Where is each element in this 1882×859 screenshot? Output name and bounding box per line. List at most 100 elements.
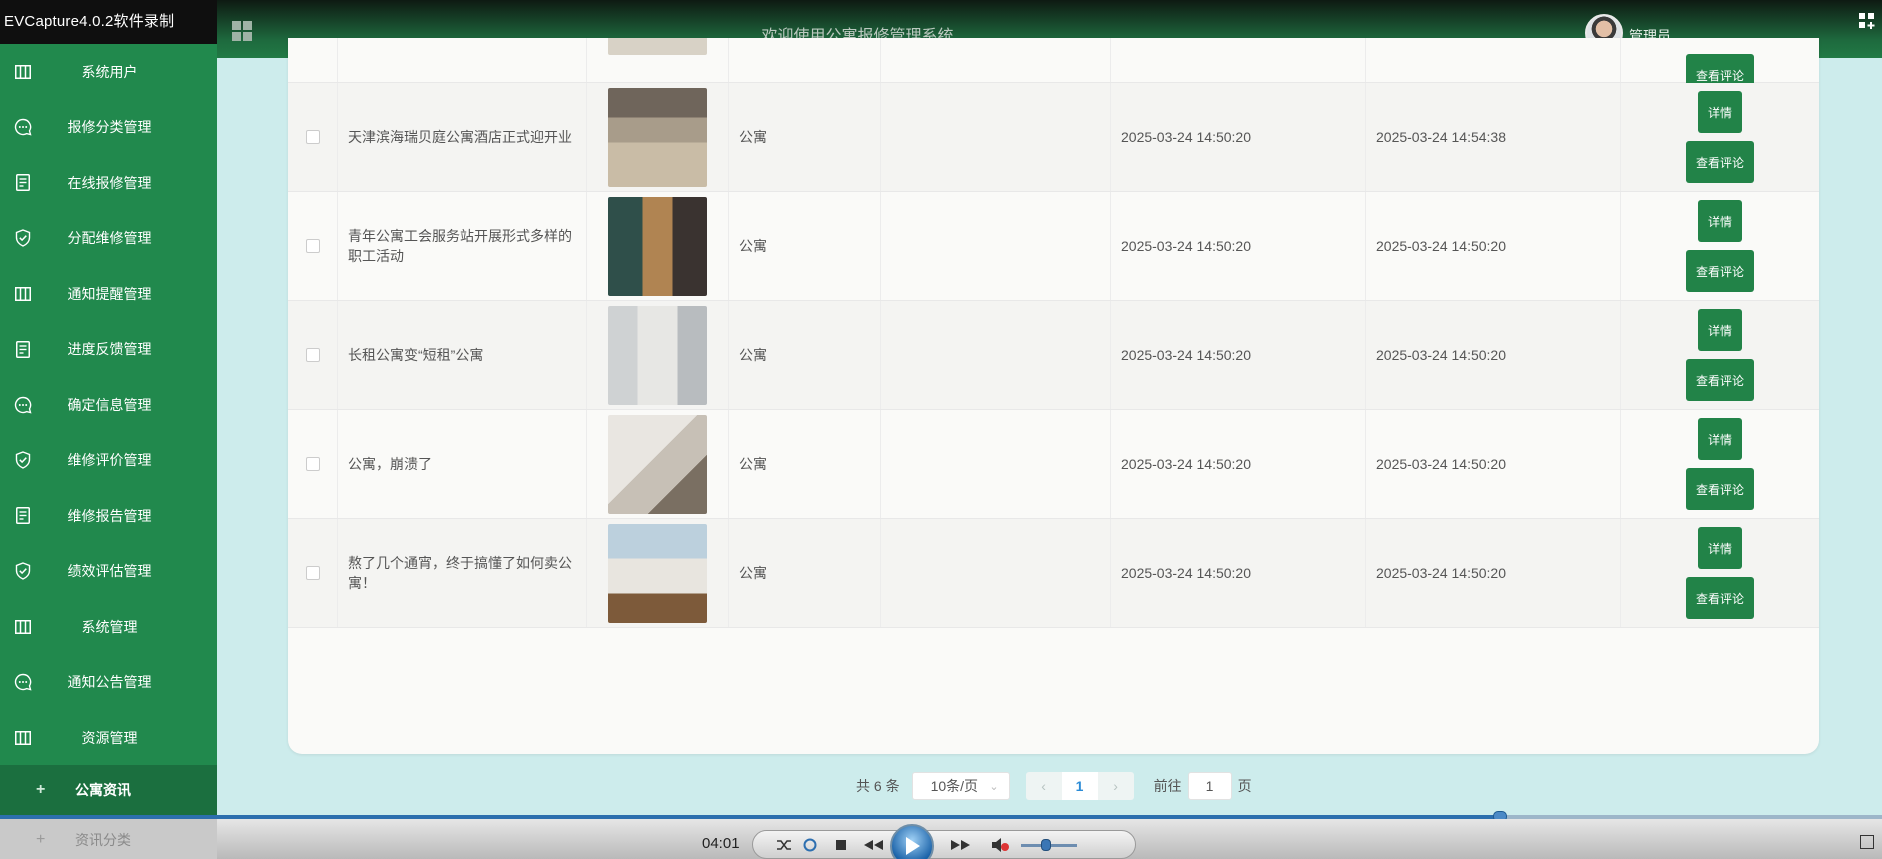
chat-icon	[13, 395, 33, 415]
sidebar-item-8[interactable]: 维修评价管理	[0, 433, 217, 489]
row-thumbnail	[608, 196, 707, 296]
row-empty-cell	[881, 519, 1111, 627]
row-checkbox[interactable]	[305, 130, 320, 144]
shuffle-icon[interactable]	[775, 834, 793, 856]
row-actions: 详情 查看评论	[1621, 519, 1819, 627]
goto-suffix: 页	[1237, 778, 1252, 794]
row-image-cell	[587, 38, 729, 82]
fullscreen-icon[interactable]	[1860, 835, 1874, 849]
view-review-button[interactable]: 查看评论	[1686, 250, 1754, 292]
row-created-time: 2025-03-24 14:50:20	[1111, 301, 1366, 409]
detail-button[interactable]: 详情	[1698, 91, 1742, 133]
row-empty-cell	[881, 83, 1111, 191]
next-page-button[interactable]: ›	[1098, 772, 1134, 800]
row-empty-cell	[881, 410, 1111, 518]
document-icon	[13, 339, 33, 359]
row-checkbox-cell	[288, 410, 338, 518]
table-row: 公寓，崩溃了 公寓 2025-03-24 14:50:20 2025-03-24 14…	[288, 410, 1819, 519]
sidebar-item-10[interactable]: 绩效评估管理	[0, 544, 217, 600]
view-review-button[interactable]: 查看评论	[1686, 359, 1754, 401]
shield-check-icon	[13, 228, 33, 248]
row-checkbox[interactable]	[305, 457, 320, 471]
row-empty-cell	[881, 38, 1111, 82]
view-review-button[interactable]: 查看评论	[1686, 577, 1754, 619]
detail-button[interactable]: 详情	[1698, 418, 1742, 460]
sidebar-item-2[interactable]: 报修分类管理	[0, 100, 217, 156]
sidebar-item-5[interactable]: 通知提醒管理	[0, 266, 217, 322]
row-created-time: 2025-03-24 14:50:20	[1111, 410, 1366, 518]
sidebar-item-11[interactable]: 系统管理	[0, 599, 217, 655]
row-checkbox-cell	[288, 301, 338, 409]
row-checkbox[interactable]	[305, 239, 320, 253]
row-created-time: 2025-03-24 14:50:20	[1111, 192, 1366, 300]
page-number-current[interactable]: 1	[1061, 772, 1098, 800]
row-category: 公寓	[729, 83, 881, 191]
row-category: 公寓	[729, 192, 881, 300]
rewind-icon[interactable]	[861, 834, 885, 856]
sidebar-item-12[interactable]: 通知公告管理	[0, 655, 217, 711]
mute-icon[interactable]	[989, 834, 1011, 856]
detail-button[interactable]: 详情	[1698, 527, 1742, 569]
detail-button[interactable]: 详情	[1698, 309, 1742, 351]
row-checkbox-cell	[288, 192, 338, 300]
row-empty-cell	[881, 192, 1111, 300]
chevron-down-icon: ⌄	[989, 780, 999, 793]
row-thumbnail	[608, 38, 707, 55]
row-actions: 详情 查看评论	[1621, 83, 1819, 191]
row-checkbox-cell	[288, 38, 338, 82]
prev-page-button[interactable]: ‹	[1026, 772, 1062, 800]
detail-button[interactable]: 详情	[1698, 200, 1742, 242]
sidebar-menu: 系统用户 报修分类管理 在线报修管理 分配维修管理 通知提醒管理 进度反馈管理 确定信息管理…	[0, 44, 217, 766]
row-actions: 详情 查看评论	[1621, 410, 1819, 518]
view-review-button[interactable]: 查看评论	[1686, 141, 1754, 183]
row-thumbnail	[608, 87, 707, 187]
row-checkbox[interactable]	[305, 348, 320, 362]
sidebar-subitem-apartment-news[interactable]: + 公寓资讯	[0, 764, 217, 815]
sidebar-item-13[interactable]: 资源管理	[0, 710, 217, 766]
sidebar: EVCapture4.0.2软件录制 系统用户 报修分类管理 在线报修管理 分配维修管…	[0, 0, 217, 859]
row-checkbox-cell	[288, 519, 338, 627]
view-review-button[interactable]: 查看评论	[1686, 468, 1754, 510]
row-category: 公寓	[729, 519, 881, 627]
row-title	[338, 38, 587, 82]
row-actions: 详情 查看评论	[1621, 192, 1819, 300]
grid-icon	[13, 284, 33, 304]
sidebar-item-9[interactable]: 维修报告管理	[0, 488, 217, 544]
page-size-select[interactable]: 10条/页 ⌄	[911, 772, 1010, 800]
row-created-time: 2025-03-24 14:50:20	[1111, 83, 1366, 191]
plus-icon: +	[36, 830, 46, 848]
shield-check-icon	[13, 561, 33, 581]
row-created-time: 2025-03-24 14:50:20	[1111, 519, 1366, 627]
playback-time: 04:01	[702, 835, 740, 852]
play-button[interactable]	[890, 824, 934, 859]
row-created-time	[1111, 38, 1366, 82]
sidebar-item-6[interactable]: 进度反馈管理	[0, 322, 217, 378]
grid-icon	[13, 728, 33, 748]
row-title: 长租公寓变“短租”公寓	[338, 301, 587, 409]
row-updated-time: 2025-03-24 14:50:20	[1366, 519, 1621, 627]
shield-check-icon	[13, 450, 33, 470]
pagination: 共 6 条 10条/页 ⌄ ‹ 1 › 前往 1 页	[856, 772, 1252, 800]
plus-icon: +	[36, 780, 46, 798]
row-checkbox[interactable]	[305, 566, 320, 580]
chat-icon	[13, 117, 33, 137]
grid-icon	[13, 62, 33, 82]
row-checkbox-cell	[288, 83, 338, 191]
news-table: 查看评论 天津滨海瑞贝庭公寓酒店正式迎开业 公寓 2025-03-24 14:50:2…	[288, 38, 1819, 754]
row-empty-cell	[881, 301, 1111, 409]
sidebar-item-7[interactable]: 确定信息管理	[0, 377, 217, 433]
grid-icon	[13, 617, 33, 637]
row-updated-time: 2025-03-24 14:50:20	[1366, 410, 1621, 518]
sidebar-subitem-news-category[interactable]: + 资讯分类	[0, 814, 217, 859]
sidebar-item-4[interactable]: 分配维修管理	[0, 211, 217, 267]
volume-handle[interactable]	[1041, 839, 1052, 851]
sidebar-item-3[interactable]: 在线报修管理	[0, 155, 217, 211]
row-updated-time: 2025-03-24 14:50:20	[1366, 192, 1621, 300]
goto-page-input[interactable]: 1	[1187, 772, 1232, 800]
grid-add-icon[interactable]	[1858, 12, 1876, 30]
stop-icon[interactable]	[833, 834, 849, 856]
table-row: 天津滨海瑞贝庭公寓酒店正式迎开业 公寓 2025-03-24 14:50:20 202…	[288, 83, 1819, 192]
refresh-icon[interactable]	[801, 834, 819, 856]
fast-forward-icon[interactable]	[949, 834, 973, 856]
sidebar-item-1[interactable]: 系统用户	[0, 44, 217, 100]
